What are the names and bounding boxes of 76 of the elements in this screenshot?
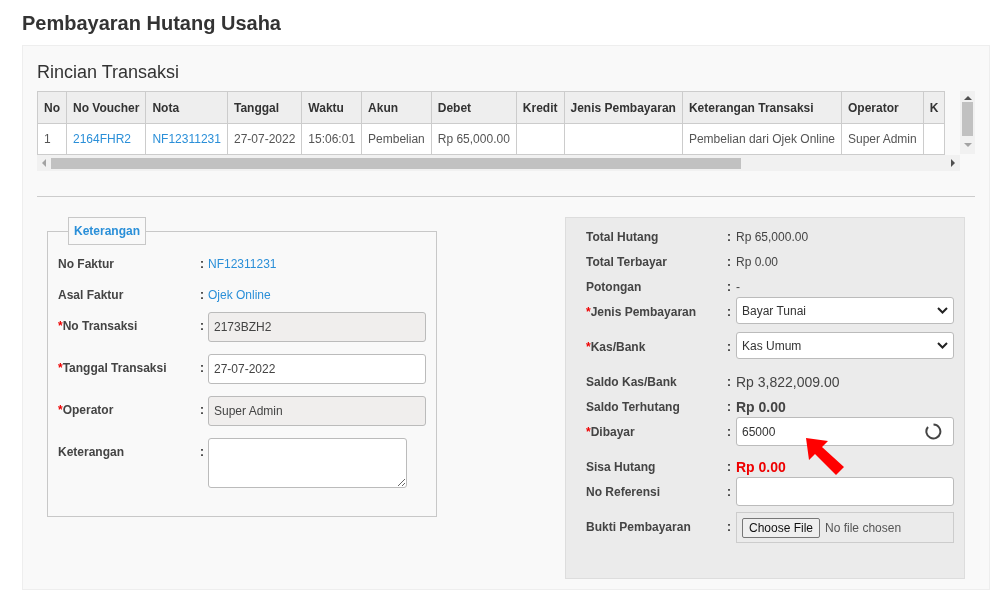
field-label: Saldo Terhutang <box>586 399 681 415</box>
column-header: Tanggal <box>227 91 302 124</box>
field-label: *Dibayar <box>586 424 636 440</box>
field-label: Saldo Kas/Bank <box>586 374 678 390</box>
field-label: *Jenis Pembayaran <box>586 304 698 320</box>
colon: : <box>727 229 732 245</box>
field-label: *Operator <box>58 402 115 418</box>
table-cell: 27-07-2022 <box>227 123 302 155</box>
field-label: Asal Faktur <box>58 287 125 303</box>
field-label: Total Hutang <box>586 229 660 245</box>
column-header: Nota <box>145 91 228 124</box>
page-title: Pembayaran Hutang Usaha <box>22 12 282 35</box>
colon: : <box>727 424 732 440</box>
table-cell: Rp 65,000.00 <box>431 123 517 155</box>
colon: : <box>200 360 205 376</box>
field-label: Sisa Hutang <box>586 459 657 475</box>
field-label: *Kas/Bank <box>586 339 647 355</box>
column-header: Jenis Pembayaran <box>564 91 683 124</box>
table-cell[interactable]: 2164FHR2 <box>66 123 146 155</box>
colon: : <box>727 304 732 320</box>
fieldset-legend: Keterangan <box>68 217 147 245</box>
colon: : <box>727 459 732 475</box>
colon: : <box>727 254 732 270</box>
colon: : <box>200 287 205 303</box>
column-header: No Voucher <box>66 91 146 124</box>
column-header: Waktu <box>301 91 362 124</box>
field-label: *Tanggal Transaksi <box>58 360 168 376</box>
text-field[interactable] <box>736 477 954 506</box>
field-value: Rp 3,822,009.00 <box>736 374 841 390</box>
field-label: Bukti Pembayaran <box>586 519 692 535</box>
field-label: Potongan <box>586 279 643 295</box>
choose-file-button[interactable]: Choose File <box>742 517 821 538</box>
table-cell: Pembelian <box>361 123 432 155</box>
chevron-down-icon <box>937 307 948 314</box>
column-header: Operator <box>841 91 924 124</box>
table-cell: 1 <box>37 123 67 155</box>
field-label: Keterangan <box>58 444 126 460</box>
section-title: Rincian Transaksi <box>37 62 181 83</box>
field-value: Rp 0.00 <box>736 254 780 270</box>
table-cell: Pembelian dari Ojek Online <box>682 123 842 155</box>
colon: : <box>200 256 205 272</box>
column-header: No <box>37 91 67 124</box>
colon: : <box>727 339 732 355</box>
column-header: Debet <box>431 91 517 124</box>
colon: : <box>727 399 732 415</box>
colon: : <box>200 402 205 418</box>
colon: : <box>727 484 732 500</box>
horizontal-scrollbar[interactable] <box>37 155 960 171</box>
column-header: Keterangan Transaksi <box>682 91 842 124</box>
field-label: No Faktur <box>58 256 115 272</box>
colon: : <box>727 374 732 390</box>
text-field[interactable]: 65000 <box>736 417 954 446</box>
colon: : <box>727 279 732 295</box>
field-label: No Referensi <box>586 484 662 500</box>
field-value: Rp 0.00 <box>736 399 787 415</box>
field-label: Total Terbayar <box>586 254 668 270</box>
select-field[interactable]: Kas Umum <box>736 332 954 359</box>
colon: : <box>200 444 205 460</box>
column-header: Kredit <box>516 91 564 124</box>
colon: : <box>727 519 732 535</box>
vertical-scrollbar[interactable] <box>960 91 975 154</box>
table-cell: 15:06:01 <box>301 123 362 155</box>
text-field[interactable]: 27-07-2022 <box>208 354 426 384</box>
select-field[interactable]: Bayar Tunai <box>736 297 954 324</box>
colon: : <box>200 318 205 334</box>
field-value: - <box>736 279 741 295</box>
arrow-icon <box>806 438 846 476</box>
field-value: Rp 65,000.00 <box>736 229 810 245</box>
field-value: Rp 0.00 <box>736 459 787 475</box>
column-header: Akun <box>361 91 432 124</box>
field-label: *No Transaksi <box>58 318 139 334</box>
chevron-down-icon <box>937 342 948 349</box>
table-cell: Super Admin <box>841 123 924 155</box>
file-status: No file chosen <box>825 520 902 535</box>
textarea-field[interactable] <box>208 438 407 488</box>
column-header: K <box>923 91 945 124</box>
